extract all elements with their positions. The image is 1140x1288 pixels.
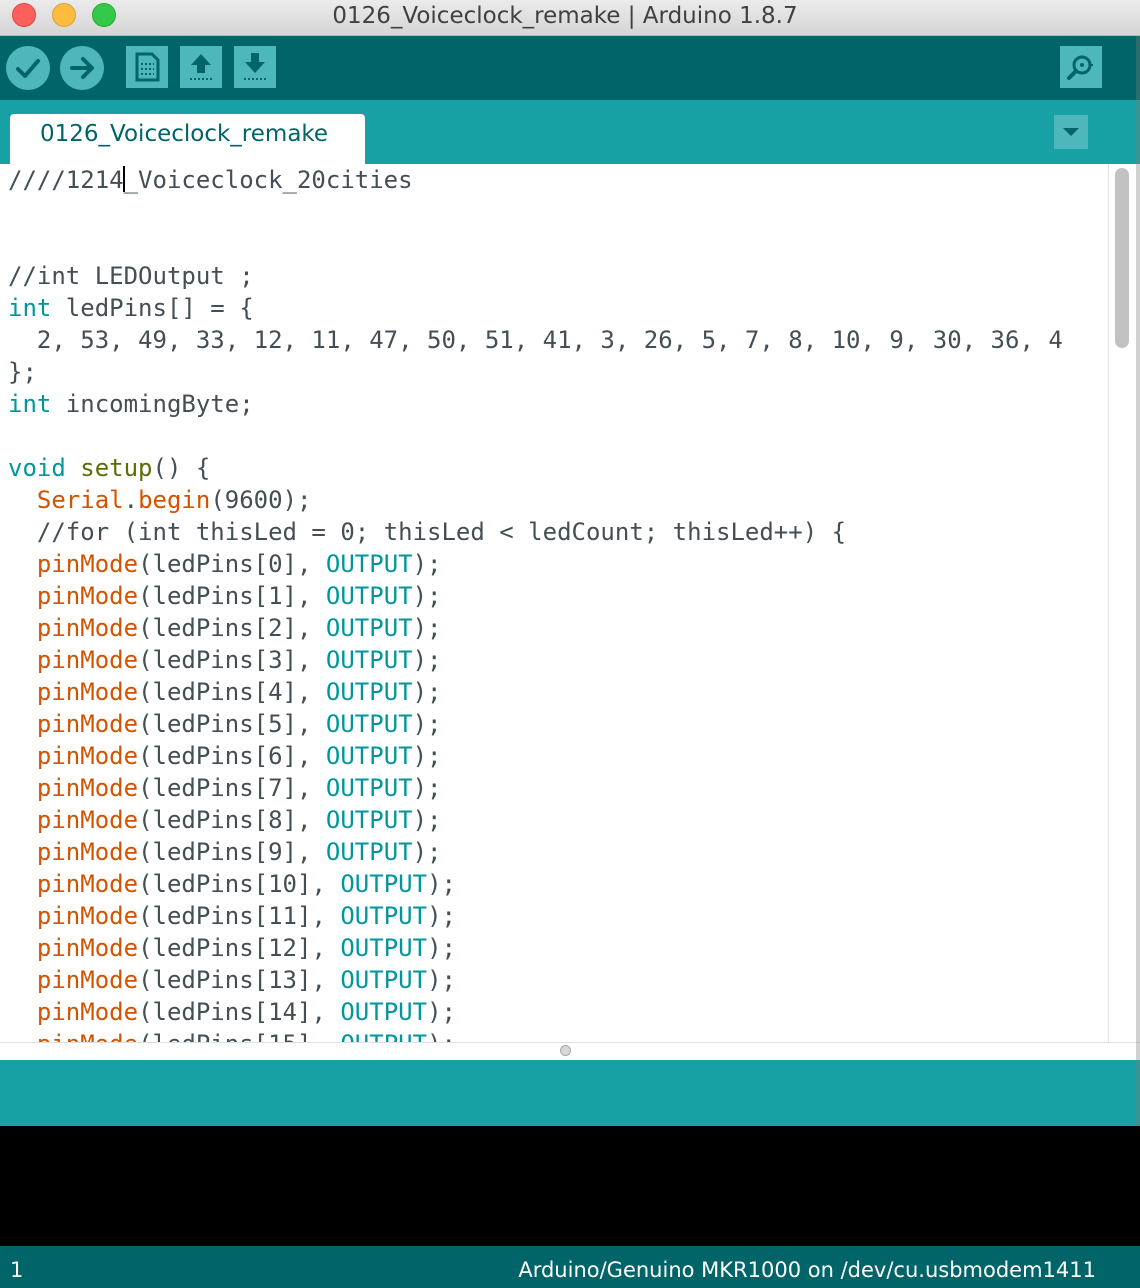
code-text[interactable]: ////1214_Voiceclock_20cities​​//int LEDO…: [8, 164, 1063, 1042]
toolbar: [0, 36, 1140, 100]
code-line[interactable]: pinMode(ledPins[13], OUTPUT);: [8, 964, 1063, 996]
title-bar: 0126_Voiceclock_remake | Arduino 1.8.7: [0, 0, 1140, 36]
code-line[interactable]: ​: [8, 420, 1063, 452]
code-line[interactable]: pinMode(ledPins[10], OUTPUT);: [8, 868, 1063, 900]
upload-button[interactable]: [60, 46, 104, 90]
code-line[interactable]: int incomingByte;: [8, 388, 1063, 420]
code-line[interactable]: pinMode(ledPins[4], OUTPUT);: [8, 676, 1063, 708]
open-button[interactable]: [180, 46, 222, 88]
magnifier-icon: [1067, 55, 1095, 80]
text-cursor: [122, 166, 125, 192]
code-line[interactable]: Serial.begin(9600);: [8, 484, 1063, 516]
chevron-down-icon: [1063, 128, 1079, 136]
splitter-grip[interactable]: [560, 1045, 571, 1056]
window-title: 0126_Voiceclock_remake | Arduino 1.8.7: [332, 3, 798, 29]
window-edge: [1136, 36, 1140, 1126]
arrow-right-icon: [70, 57, 94, 79]
code-line[interactable]: ​: [8, 228, 1063, 260]
scrollbar-thumb[interactable]: [1115, 168, 1129, 348]
code-line[interactable]: pinMode(ledPins[0], OUTPUT);: [8, 548, 1063, 580]
code-line[interactable]: int ledPins[] = {: [8, 292, 1063, 324]
code-line[interactable]: pinMode(ledPins[5], OUTPUT);: [8, 708, 1063, 740]
code-line[interactable]: 2, 53, 49, 33, 12, 11, 47, 50, 51, 41, 3…: [8, 324, 1063, 356]
new-sketch-button[interactable]: [126, 46, 168, 88]
code-line[interactable]: pinMode(ledPins[7], OUTPUT);: [8, 772, 1063, 804]
line-number: 1: [10, 1258, 24, 1282]
code-line[interactable]: pinMode(ledPins[15], OUTPUT);: [8, 1028, 1063, 1042]
arrow-down-icon: [244, 53, 266, 80]
new-file-icon: [135, 52, 160, 82]
tab-menu-button[interactable]: [1054, 115, 1088, 149]
serial-monitor-button[interactable]: [1060, 46, 1102, 88]
code-line[interactable]: pinMode(ledPins[9], OUTPUT);: [8, 836, 1063, 868]
code-line[interactable]: ​: [8, 196, 1063, 228]
check-icon: [16, 59, 40, 78]
board-port-info: Arduino/Genuino MKR1000 on /dev/cu.usbmo…: [518, 1258, 1096, 1282]
code-line[interactable]: };: [8, 356, 1063, 388]
code-line[interactable]: pinMode(ledPins[12], OUTPUT);: [8, 932, 1063, 964]
code-line[interactable]: //for (int thisLed = 0; thisLed < ledCou…: [8, 516, 1063, 548]
editor-console-splitter[interactable]: [0, 1042, 1140, 1060]
verify-button[interactable]: [6, 46, 50, 90]
code-line[interactable]: pinMode(ledPins[1], OUTPUT);: [8, 580, 1063, 612]
code-line[interactable]: pinMode(ledPins[6], OUTPUT);: [8, 740, 1063, 772]
code-line[interactable]: pinMode(ledPins[3], OUTPUT);: [8, 644, 1063, 676]
code-line[interactable]: pinMode(ledPins[8], OUTPUT);: [8, 804, 1063, 836]
code-line[interactable]: void setup() {: [8, 452, 1063, 484]
message-area: [0, 1060, 1140, 1126]
arrow-up-icon: [190, 54, 212, 80]
code-editor[interactable]: ////1214_Voiceclock_20cities​​//int LEDO…: [0, 164, 1108, 1042]
code-line[interactable]: pinMode(ledPins[11], OUTPUT);: [8, 900, 1063, 932]
tab-bar: 0126_Voiceclock_remake: [0, 100, 1140, 164]
code-line[interactable]: ////1214_Voiceclock_20cities: [8, 164, 1063, 196]
code-line[interactable]: pinMode(ledPins[2], OUTPUT);: [8, 612, 1063, 644]
console-output[interactable]: [0, 1126, 1140, 1246]
save-button[interactable]: [234, 46, 276, 88]
status-bar: 1 Arduino/Genuino MKR1000 on /dev/cu.usb…: [0, 1246, 1140, 1288]
tab-0126-voiceclock-remake[interactable]: 0126_Voiceclock_remake: [10, 114, 365, 164]
code-line[interactable]: //int LEDOutput ;: [8, 260, 1063, 292]
code-line[interactable]: pinMode(ledPins[14], OUTPUT);: [8, 996, 1063, 1028]
